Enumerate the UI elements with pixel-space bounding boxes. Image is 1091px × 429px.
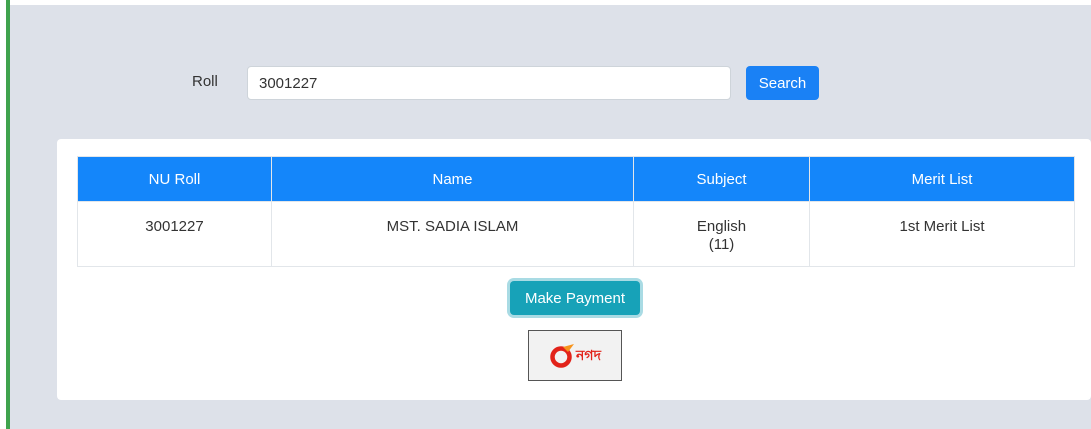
cell-nu-roll: 3001227	[77, 201, 272, 267]
roll-input[interactable]	[247, 66, 731, 100]
nagad-logo-text: নগদ	[576, 347, 601, 364]
nagad-payment-button[interactable]: নগদ	[528, 330, 622, 381]
result-card: NU Roll Name Subject Merit List 3001227 …	[57, 139, 1091, 400]
roll-label: Roll	[192, 73, 218, 90]
header-subject: Subject	[633, 156, 810, 202]
search-button[interactable]: Search	[746, 66, 819, 100]
table-header-row: NU Roll Name Subject Merit List	[77, 156, 1075, 202]
subject-code: (11)	[708, 236, 735, 253]
make-payment-button[interactable]: Make Payment	[510, 281, 640, 315]
nagad-logo-icon	[550, 343, 575, 368]
cell-subject: English (11)	[633, 201, 810, 267]
result-table: NU Roll Name Subject Merit List 3001227 …	[77, 156, 1075, 267]
header-name: Name	[271, 156, 634, 202]
cell-merit-list: 1st Merit List	[809, 201, 1075, 267]
cell-name: MST. SADIA ISLAM	[271, 201, 634, 267]
table-row: 3001227 MST. SADIA ISLAM English (11) 1s…	[77, 201, 1075, 267]
header-merit-list: Merit List	[809, 156, 1075, 202]
subject-name: English	[696, 218, 747, 235]
header-nu-roll: NU Roll	[77, 156, 272, 202]
